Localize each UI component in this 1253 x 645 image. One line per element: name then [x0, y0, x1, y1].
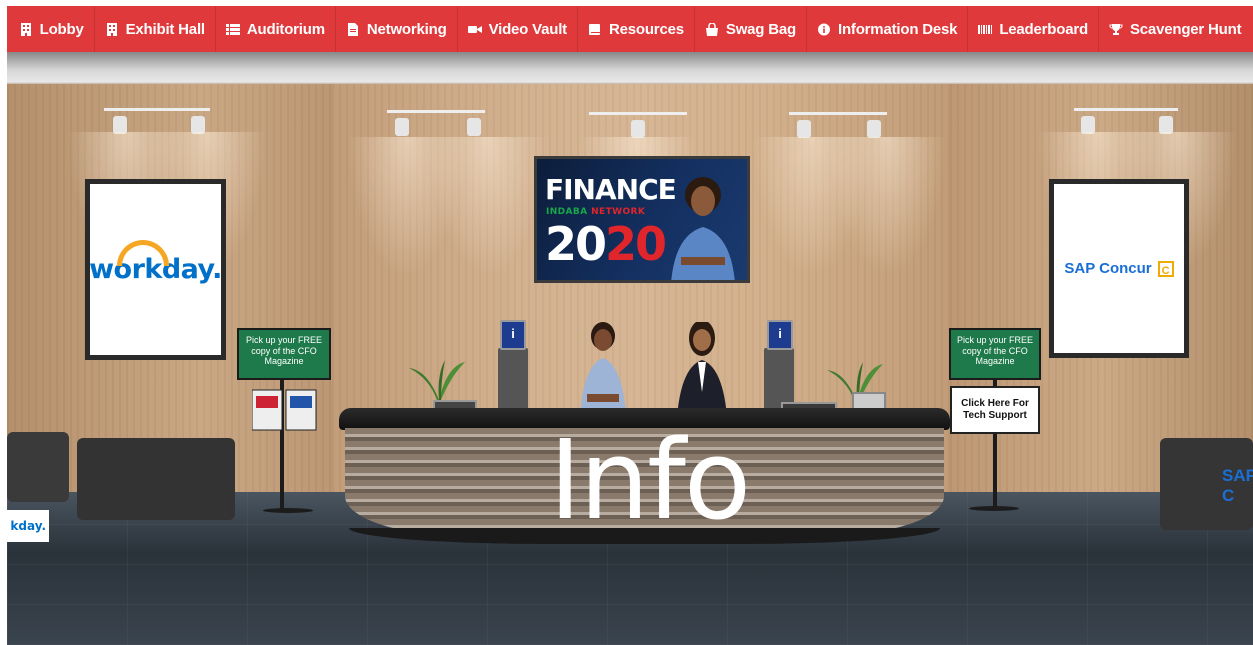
nav-auditorium[interactable]: Auditorium: [216, 6, 336, 52]
lounge-chair-left-2: [77, 438, 235, 520]
tv-year: 2020: [545, 217, 667, 271]
sap-concur-edge-logo: SAP C: [1222, 466, 1253, 505]
building-icon: [19, 22, 33, 36]
shopping-bag-icon: [705, 21, 719, 36]
light-rail: [1074, 108, 1178, 111]
trophy-icon: [1109, 23, 1123, 36]
barcode-icon: [978, 23, 993, 36]
spotlight: [467, 118, 481, 136]
tv-subtitle: INDABA NETWORK: [546, 207, 646, 217]
lobby-scene: workday. SAP Concur C FINANCE INDABA NET…: [7, 52, 1253, 645]
nav-leaderboard[interactable]: Leaderboard: [968, 6, 1099, 52]
nav-label: Leaderboard: [999, 20, 1088, 38]
top-navigation-bar: Lobby Exhibit Hall Auditorium Networking…: [7, 6, 1253, 52]
nav-label: Video Vault: [488, 20, 568, 38]
nav-swag-bag[interactable]: Swag Bag: [695, 6, 807, 52]
building-icon: [105, 22, 119, 36]
info-kiosk-right-badge[interactable]: i: [767, 320, 793, 350]
light-rail: [104, 108, 210, 111]
lounge-chair-left-1: [7, 432, 69, 502]
workday-edge-logo: kday.: [7, 510, 49, 542]
nav-label: Exhibit Hall: [125, 20, 205, 38]
nav-scavenger-hunt[interactable]: Scavenger Hunt: [1099, 6, 1251, 52]
nav-label: Information Desk: [837, 20, 958, 38]
light-rail: [589, 112, 687, 115]
document-icon: [346, 22, 360, 36]
tech-support-button[interactable]: Click Here For Tech Support: [950, 386, 1040, 434]
video-camera-icon: [467, 23, 482, 36]
sap-concur-sponsor-poster[interactable]: SAP Concur C: [1049, 179, 1189, 358]
nav-label: Resources: [608, 20, 684, 38]
list-icon: [225, 23, 240, 36]
nav-information-desk[interactable]: Information Desk: [807, 6, 969, 52]
nav-networking[interactable]: Networking: [336, 6, 458, 52]
nav-label: Lobby: [39, 20, 84, 38]
nav-label: Scavenger Hunt: [1129, 20, 1242, 38]
ceiling: [7, 52, 1253, 86]
spotlight: [797, 120, 811, 138]
desk-info-label: Info: [549, 416, 751, 544]
spotlight: [867, 120, 881, 138]
nav-label: Swag Bag: [725, 20, 796, 38]
info-kiosk-left-badge[interactable]: i: [500, 320, 526, 350]
nav-label: Auditorium: [246, 20, 325, 38]
magazine-rack-left: [252, 389, 317, 431]
nav-label: Networking: [366, 20, 447, 38]
free-magazine-sign-right: Pick up your FREE copy of the CFO Magazi…: [949, 328, 1041, 380]
workday-logo: workday.: [89, 240, 222, 285]
spotlight: [631, 120, 645, 138]
free-magazine-sign-left: Pick up your FREE copy of the CFO Magazi…: [237, 328, 331, 380]
workday-sponsor-poster[interactable]: workday.: [85, 179, 226, 360]
tv-title: FINANCE: [545, 173, 677, 206]
nav-video-vault[interactable]: Video Vault: [458, 6, 578, 52]
book-icon: [588, 23, 602, 36]
sap-concur-logo: SAP Concur C: [1064, 260, 1174, 277]
nav-lobby[interactable]: Lobby: [9, 6, 95, 52]
spotlight: [395, 118, 409, 136]
info-circle-icon: [817, 23, 831, 36]
presenter-figure: [671, 177, 735, 280]
light-rail: [789, 112, 887, 115]
plant-left: [409, 360, 465, 400]
nav-exhibit-hall[interactable]: Exhibit Hall: [95, 6, 216, 52]
finance-indaba-tv-screen[interactable]: FINANCE INDABA NETWORK 2020: [534, 156, 750, 283]
light-rail: [387, 110, 485, 113]
nav-resources[interactable]: Resources: [578, 6, 695, 52]
